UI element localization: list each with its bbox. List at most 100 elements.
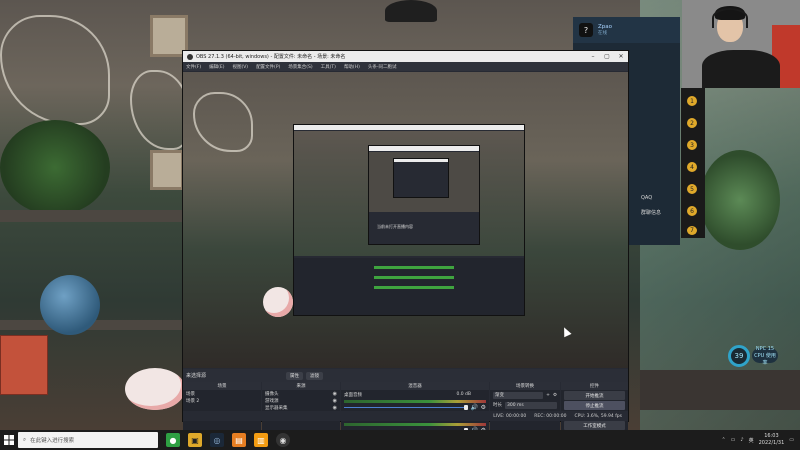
- start-stream-button[interactable]: 开始推流: [564, 391, 625, 400]
- nested-titlebar: [369, 146, 479, 151]
- scene-item[interactable]: 场景 2: [183, 397, 261, 404]
- obs-preview[interactable]: 当前未打开直播内容: [183, 72, 628, 368]
- app-icon-yellow[interactable]: ▥: [254, 433, 268, 447]
- nested-meter: [374, 276, 454, 279]
- qq-avatar[interactable]: ?: [579, 23, 593, 37]
- rec-status: REC: 00:00:00: [534, 413, 567, 419]
- properties-tab[interactable]: 属性: [286, 371, 304, 380]
- obs-icon[interactable]: ◉: [276, 433, 290, 447]
- red-box: [0, 335, 48, 395]
- app-icon-orange[interactable]: ▤: [232, 433, 246, 447]
- webcam-overlay: [682, 0, 800, 88]
- transition-select[interactable]: 渐变: [493, 391, 544, 399]
- menu-extra[interactable]: 头条-同二胞试: [368, 64, 397, 70]
- notification-icon[interactable]: ▭: [789, 437, 794, 443]
- nested-obs-2: 当前未打开直播内容: [368, 145, 480, 245]
- gear-icon[interactable]: ⚙: [553, 393, 557, 398]
- steam-icon[interactable]: ◎: [210, 433, 224, 447]
- menu-scene-collection[interactable]: 场景集合(S): [288, 64, 312, 70]
- menu-tools[interactable]: 工具(T): [321, 64, 336, 70]
- app-icon-folder[interactable]: ▣: [188, 433, 202, 447]
- stop-stream-button[interactable]: 停止推流: [564, 401, 625, 410]
- transition-type-row: 渐变 + ⚙: [490, 390, 560, 400]
- npc-widget-bottom: CPU 使用率: [754, 352, 776, 366]
- npc-widget-text: NPC 15 CPU 使用率: [752, 346, 778, 366]
- controls-header: 控件: [561, 382, 628, 390]
- nested-titlebar: [394, 159, 448, 162]
- side-number[interactable]: 6: [687, 206, 697, 216]
- app-icon-green[interactable]: ●: [166, 433, 180, 447]
- side-number[interactable]: 3: [687, 140, 697, 150]
- no-source-label: 来选择源: [186, 373, 207, 379]
- nested-obs-3: [393, 158, 449, 198]
- source-label: 摄像头: [265, 391, 279, 397]
- minimize-icon[interactable]: –: [586, 53, 600, 60]
- plant-3: [700, 150, 780, 250]
- source-item[interactable]: 游戏源 ◉: [262, 397, 340, 404]
- start-button[interactable]: [0, 435, 18, 445]
- headset: [712, 8, 748, 28]
- side-number[interactable]: 1: [687, 96, 697, 106]
- tray-expand-icon[interactable]: ⌃: [721, 437, 725, 443]
- maximize-icon[interactable]: ▢: [600, 53, 614, 60]
- cpu-widget[interactable]: 39: [728, 345, 750, 367]
- system-tray: ⌃ ▭ ♪ 英 16:03 2022/1/31 ▭: [721, 433, 800, 447]
- visibility-icon[interactable]: ◉: [333, 405, 337, 411]
- source-label: 游戏源: [265, 398, 279, 404]
- level-meter: [344, 400, 486, 403]
- side-number[interactable]: 7: [687, 226, 697, 235]
- scene-item[interactable]: 场景: [183, 390, 261, 397]
- menu-file[interactable]: 文件(F): [186, 64, 201, 70]
- network-icon[interactable]: ▭: [731, 437, 736, 443]
- wall-frame-2: [150, 150, 184, 190]
- taskbar: ⌕ 在此键入进行搜索 ● ▣ ◎ ▤ ▥ ◉ ⌃ ▭ ♪ 英 16:03 202…: [0, 430, 800, 450]
- sources-header: 来源: [262, 382, 340, 390]
- nested-titlebar: [294, 125, 524, 130]
- menu-profile[interactable]: 配置文件(P): [256, 64, 280, 70]
- clock-date: 2022/1/31: [758, 440, 785, 446]
- duration-label: 时长: [493, 403, 502, 408]
- studio-mode-button[interactable]: 工作室模式: [564, 421, 625, 430]
- side-number[interactable]: 4: [687, 162, 697, 172]
- nested-obs-1: 当前未打开直播内容: [293, 124, 525, 316]
- channel-db: 0.0 dB: [456, 392, 471, 397]
- clock[interactable]: 16:03 2022/1/31: [759, 433, 785, 447]
- source-label: 显示器采集: [265, 405, 288, 411]
- search-placeholder: 在此键入进行搜索: [30, 438, 75, 444]
- gear-icon[interactable]: ⚙: [481, 404, 486, 411]
- mixer-header: 混音器: [341, 382, 489, 390]
- source-item[interactable]: 摄像头 ◉: [262, 390, 340, 397]
- side-number-bar: 1 2 3 4 5 6 7: [681, 88, 705, 238]
- npc-widget: NPC 15 CPU 使用率: [752, 346, 778, 366]
- qq-status: 在线: [598, 31, 607, 36]
- level-meter: [344, 423, 486, 426]
- slider-knob[interactable]: [464, 405, 468, 410]
- clock-time: 16:03: [764, 433, 779, 439]
- person-body: [702, 50, 780, 88]
- menu-view[interactable]: 视图(V): [232, 64, 248, 70]
- menu-edit[interactable]: 编辑(E): [209, 64, 224, 70]
- cpu-status: CPU: 3.6%, 59.94 fps: [574, 413, 623, 419]
- filters-tab[interactable]: 滤镜: [306, 371, 324, 380]
- volume-slider[interactable]: 🔊⚙: [344, 404, 486, 411]
- obs-statusbar: LIVE: 00:00:00 REC: 00:00:00 CPU: 3.6%, …: [183, 411, 628, 421]
- close-icon[interactable]: ✕: [614, 53, 628, 60]
- shelf: [0, 210, 182, 222]
- scenes-header: 场景: [183, 382, 261, 390]
- duration-input[interactable]: 300 ms: [505, 401, 557, 409]
- side-number[interactable]: 5: [687, 184, 697, 194]
- dinosaur-skeleton-2: [130, 70, 190, 150]
- qq-header: ? Zpao 在线: [573, 17, 680, 43]
- visibility-icon[interactable]: ◉: [333, 398, 337, 404]
- taskbar-search[interactable]: ⌕ 在此键入进行搜索: [18, 432, 158, 448]
- source-item[interactable]: 显示器采集 ◉: [262, 404, 340, 411]
- visibility-icon[interactable]: ◉: [333, 391, 337, 397]
- ime-indicator[interactable]: 英: [749, 437, 754, 444]
- side-number[interactable]: 2: [687, 118, 697, 128]
- volume-icon[interactable]: ♪: [740, 437, 743, 443]
- npc-widget-top: NPC 15: [755, 345, 775, 352]
- obs-window: OBS 27.1.3 (64-bit, windows) - 配置文件: 未命名…: [182, 50, 629, 450]
- menu-help[interactable]: 帮助(H): [344, 64, 360, 70]
- plus-icon[interactable]: +: [546, 393, 550, 398]
- speaker-icon[interactable]: 🔊: [471, 404, 478, 411]
